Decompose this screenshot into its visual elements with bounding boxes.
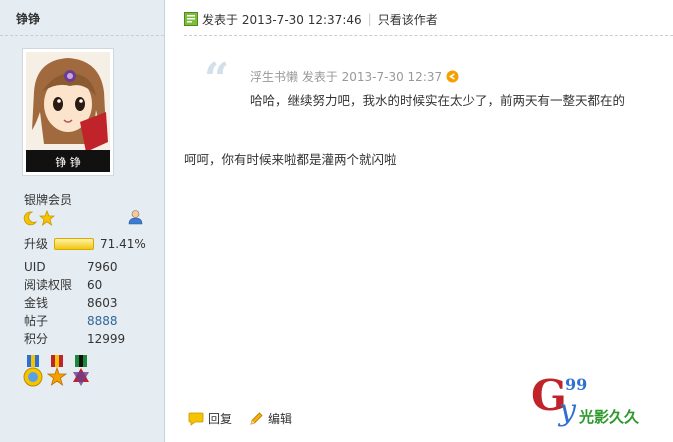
svg-text:y: y: [557, 393, 577, 428]
quote-block: “ 浮生书懒 发表于 2013-7-30 12:37 哈哈，继续努力吧，我水的时…: [204, 58, 673, 117]
avatar-image: 铮 铮: [26, 52, 110, 172]
medal-icon[interactable]: [46, 355, 68, 389]
stat-label: 积分: [24, 332, 49, 346]
moon-icon: [23, 211, 38, 226]
author-only-link[interactable]: 只看该作者: [378, 11, 438, 28]
medal-icon[interactable]: [70, 355, 92, 389]
user-group[interactable]: 银牌会员: [24, 191, 72, 208]
stat-row-posts: 帖子 8888: [24, 312, 154, 330]
reply-label: 回复: [208, 412, 233, 426]
reply-button[interactable]: 回复: [188, 410, 232, 427]
post-actions: 回复 编辑: [188, 410, 308, 427]
svg-text:99: 99: [565, 375, 587, 394]
doc-icon: [184, 12, 198, 26]
posts-count-link[interactable]: 8888: [87, 312, 118, 330]
upgrade-percent: 71.41%: [100, 236, 146, 251]
stat-label: 金钱: [24, 296, 49, 310]
rank-stars: [22, 210, 55, 226]
quote-meta: 浮生书懒 发表于 2013-7-30 12:37: [250, 68, 459, 85]
edit-icon: [250, 411, 263, 425]
post-timestamp: 发表于 2013-7-30 12:37:46: [202, 12, 362, 27]
stat-value: 7960: [87, 260, 118, 274]
header-divider: [184, 35, 673, 36]
stat-row-money: 金钱 8603: [24, 294, 154, 312]
medal-icon[interactable]: [22, 355, 44, 389]
reply-icon: [188, 412, 204, 426]
stat-value: 60: [87, 278, 103, 292]
medals: [22, 355, 92, 389]
quote-text: 哈哈，继续努力吧，我水的时候实在太少了，前两天有一整天都在的: [250, 93, 626, 108]
stat-value: 12999: [87, 332, 126, 346]
quote-mark-icon: “: [204, 54, 230, 105]
svg-text:铮 铮: 铮 铮: [55, 155, 81, 169]
stat-label: 帖子: [24, 314, 49, 328]
edit-button[interactable]: 编辑: [248, 410, 292, 427]
star-icon: [39, 210, 55, 226]
back-arrow-icon[interactable]: [446, 70, 459, 83]
header-separator: |: [367, 12, 372, 26]
author-username[interactable]: 铮铮: [0, 0, 164, 36]
upgrade-bar: [54, 237, 95, 250]
user-stats: UID 7960 阅读权限 60 金钱 8603 帖子 8888 积分 1299…: [24, 258, 154, 348]
post-content: 发表于 2013-7-30 12:37:46 | 只看该作者 “ 浮生书懒 发表…: [166, 0, 673, 442]
stat-label: 阅读权限: [24, 278, 73, 292]
edit-label: 编辑: [268, 412, 293, 426]
quote-author-date: 浮生书懒 发表于 2013-7-30 12:37: [250, 70, 443, 84]
stat-value: 8603: [87, 296, 118, 310]
author-sidebar: 铮铮 铮 铮 银牌会员 升级 71.41% UID 7960 阅读权限 60 金…: [0, 0, 165, 442]
post-header: 发表于 2013-7-30 12:37:46 | 只看该作者: [184, 10, 438, 28]
stat-row-points: 积分 12999: [24, 330, 154, 348]
svg-text:光影久久: 光影久久: [578, 408, 640, 426]
user-icon[interactable]: [128, 209, 143, 225]
post-body: 呵呵，你有时候来啦都是灌两个就闪啦: [184, 152, 397, 167]
stat-row-read-permission: 阅读权限 60: [24, 276, 154, 294]
avatar[interactable]: 铮 铮: [22, 48, 114, 176]
site-watermark-logo: G 99 y 光影久久: [531, 371, 640, 428]
stat-label: UID: [24, 260, 46, 274]
stat-row-uid: UID 7960: [24, 258, 154, 276]
upgrade-label: 升级: [24, 237, 49, 251]
upgrade-progress: 升级 71.41%: [24, 235, 146, 252]
